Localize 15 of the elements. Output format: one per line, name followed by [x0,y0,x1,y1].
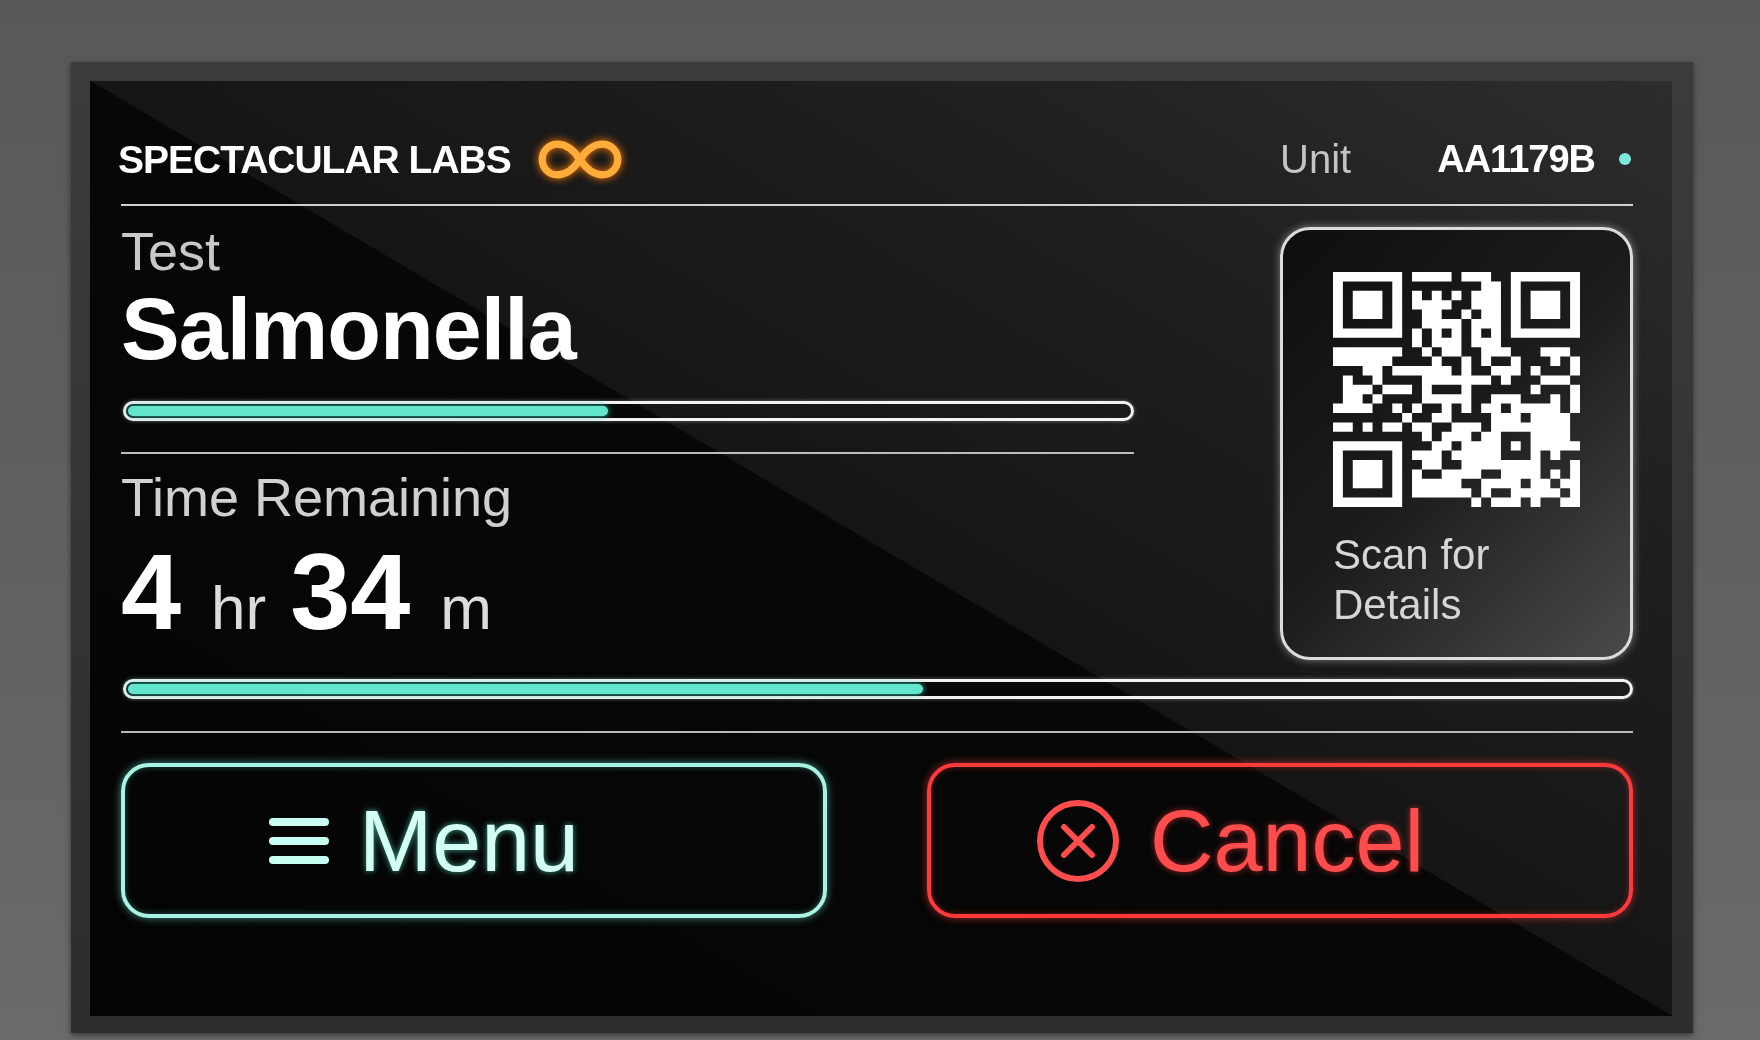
test-label: Test [121,224,221,278]
qr-caption: Scan for Details [1333,530,1491,630]
time-unit: hr [211,577,267,639]
menu-button[interactable]: Menu [121,763,827,918]
time-value: 34 [290,538,411,646]
time-unit: m [440,577,492,639]
cancel-button[interactable]: Cancel [927,763,1633,918]
test-name: Salmonella [121,285,576,373]
time-value: 4 [121,538,182,646]
status-dot-icon [1619,153,1631,165]
unit-id: AA1179B [1437,140,1595,178]
close-circle-icon [1036,798,1121,883]
unit-label: Unit [1280,139,1352,179]
brand-name: SPECTACULAR LABS [118,139,511,179]
menu-icon [268,815,329,866]
